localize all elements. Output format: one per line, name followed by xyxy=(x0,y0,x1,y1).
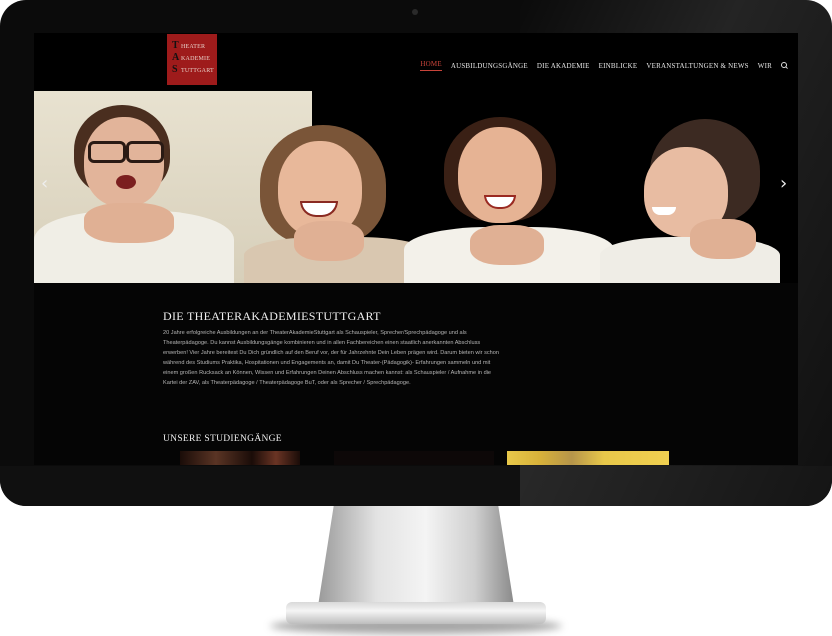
monitor-base xyxy=(286,602,546,624)
chevron-left-icon[interactable]: ‹ xyxy=(41,175,51,193)
studies-title: UNSERE STUDIENGÄNGE xyxy=(163,434,282,444)
nav-item-veranstaltungen-news[interactable]: VERANSTALTUNGEN & NEWS xyxy=(646,62,748,70)
intro-text: 20 Jahre erfolgreiche Ausbildungen an de… xyxy=(163,330,500,386)
nav-item-wir[interactable]: WIR xyxy=(758,62,772,70)
intro-title: DIE THEATERAKADEMIESTUTTGART xyxy=(163,309,381,323)
nav-item-einblicke[interactable]: EINBLICKE xyxy=(599,62,638,70)
study-thumbnail[interactable] xyxy=(334,451,494,465)
logo-wordmark: HEATER KADEMIE TUTTGART xyxy=(181,41,214,77)
study-thumbnail[interactable] xyxy=(180,451,300,465)
site-header: T A S HEATER KADEMIE TUTTGART HOME AUSBI… xyxy=(34,33,798,91)
logo-letter: A xyxy=(172,52,180,63)
hero-photo-person xyxy=(404,91,614,283)
logo-word: HEATER xyxy=(181,44,206,50)
nav-item-home[interactable]: HOME xyxy=(420,60,442,71)
logo-word: TUTTGART xyxy=(181,68,214,74)
logo-letter: S xyxy=(172,64,178,75)
nav-item-ausbildungsgaenge[interactable]: AUSBILDUNGSGÄNGE xyxy=(451,62,528,70)
site-logo[interactable]: T A S HEATER KADEMIE TUTTGART xyxy=(167,34,217,85)
hero-photo-person xyxy=(594,91,798,283)
hero-photo-person xyxy=(34,91,244,283)
nav-item-die-akademie[interactable]: DIE AKADEMIE xyxy=(537,62,590,70)
monitor-bezel: T A S HEATER KADEMIE TUTTGART HOME AUSBI… xyxy=(0,0,832,506)
hero-slider: ‹ › xyxy=(34,91,798,283)
logo-monogram: T A S xyxy=(172,40,179,76)
browser-viewport: T A S HEATER KADEMIE TUTTGART HOME AUSBI… xyxy=(34,33,798,465)
study-thumbnail[interactable] xyxy=(507,451,669,465)
logo-letter: T xyxy=(172,40,179,51)
monitor-stand xyxy=(318,506,514,606)
search-icon[interactable] xyxy=(781,62,788,69)
camera-icon xyxy=(412,9,418,15)
chevron-right-icon[interactable]: › xyxy=(780,175,790,193)
main-nav: HOME AUSBILDUNGSGÄNGE DIE AKADEMIE EINBL… xyxy=(420,60,788,71)
logo-word: KADEMIE xyxy=(181,56,211,62)
